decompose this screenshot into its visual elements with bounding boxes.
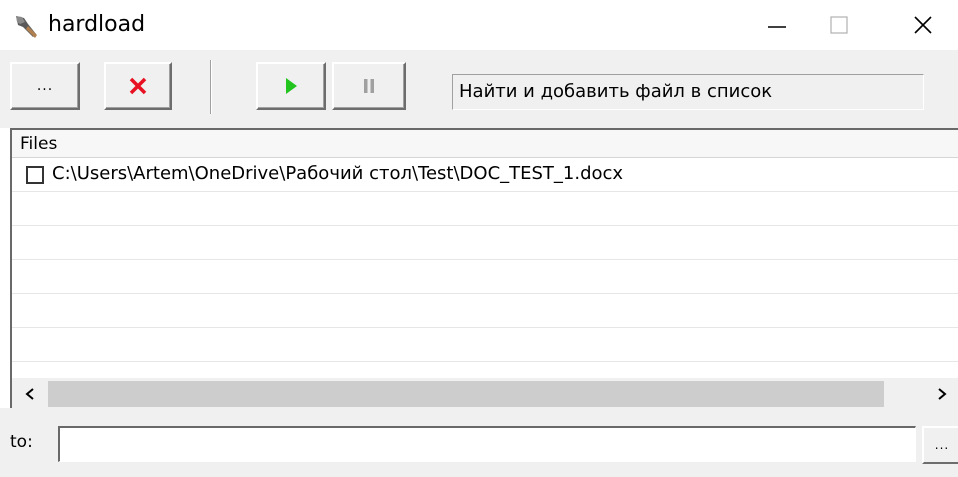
red-x-icon xyxy=(129,77,147,95)
toolbar: ... Найти и добавить файл в список xyxy=(0,50,958,128)
empty-row xyxy=(12,226,958,260)
empty-row xyxy=(12,260,958,294)
file-checkbox[interactable] xyxy=(26,166,44,184)
scroll-thumb[interactable] xyxy=(48,381,884,407)
maximize-button[interactable] xyxy=(809,0,869,50)
target-path-input[interactable] xyxy=(58,426,916,462)
close-button[interactable] xyxy=(893,0,953,50)
target-browse-button[interactable]: ... xyxy=(922,426,958,464)
empty-row xyxy=(12,294,958,328)
browse-files-label: ... xyxy=(36,78,54,94)
pause-icon xyxy=(364,79,374,93)
pause-button[interactable] xyxy=(332,62,406,110)
play-icon xyxy=(286,78,297,94)
target-bar: to: ... xyxy=(0,408,958,477)
scroll-right-button[interactable] xyxy=(924,378,958,408)
list-item[interactable]: C:\Users\Artem\OneDrive\Рабочий стол\Tes… xyxy=(12,158,958,192)
maximize-icon xyxy=(830,16,848,34)
empty-row xyxy=(12,328,958,362)
browse-files-button[interactable]: ... xyxy=(10,62,80,110)
start-button[interactable] xyxy=(256,62,326,110)
status-field: Найти и добавить файл в список xyxy=(452,74,924,110)
empty-row xyxy=(12,192,958,226)
minimize-button[interactable] xyxy=(747,0,807,50)
toolbar-separator xyxy=(210,60,212,114)
chevron-left-icon xyxy=(25,388,34,400)
target-browse-label: ... xyxy=(934,438,950,452)
chevron-right-icon xyxy=(938,388,947,400)
title-bar: hardload xyxy=(0,0,958,50)
file-path: C:\Users\Artem\OneDrive\Рабочий стол\Tes… xyxy=(52,163,624,184)
scroll-left-button[interactable] xyxy=(12,378,48,408)
window-title: hardload xyxy=(48,12,146,37)
target-label: to: xyxy=(10,432,33,452)
file-list[interactable]: Files C:\Users\Artem\OneDrive\Рабочий ст… xyxy=(10,128,958,408)
close-icon xyxy=(914,16,932,34)
remove-file-button[interactable] xyxy=(104,62,172,110)
column-header-files[interactable]: Files xyxy=(12,130,958,158)
horizontal-scrollbar[interactable] xyxy=(12,378,958,408)
minimize-icon xyxy=(768,26,786,28)
shovel-icon xyxy=(16,16,37,38)
